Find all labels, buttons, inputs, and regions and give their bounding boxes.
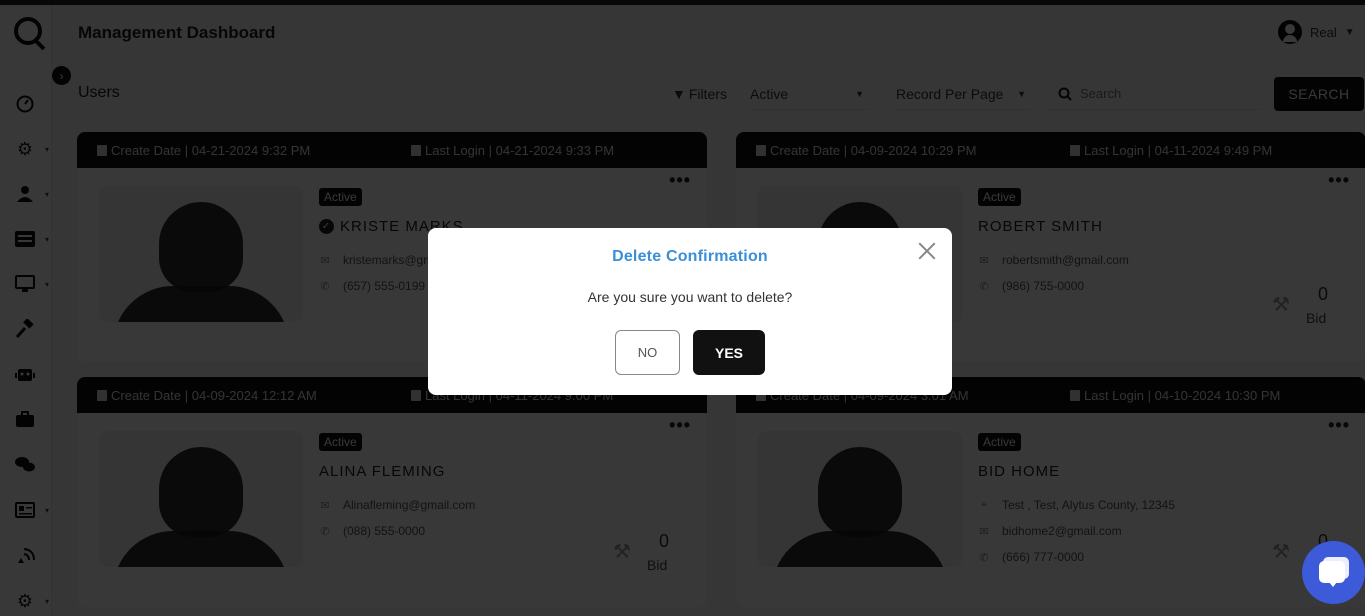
chat-widget-button[interactable] [1302,541,1365,604]
no-button[interactable]: NO [615,330,680,375]
yes-button[interactable]: YES [693,330,765,375]
dialog-title: Delete Confirmation [612,248,768,265]
delete-confirmation-dialog: Delete Confirmation Are you sure you wan… [428,228,952,395]
close-icon[interactable] [916,240,938,262]
dialog-message: Are you sure you want to delete? [587,289,793,305]
